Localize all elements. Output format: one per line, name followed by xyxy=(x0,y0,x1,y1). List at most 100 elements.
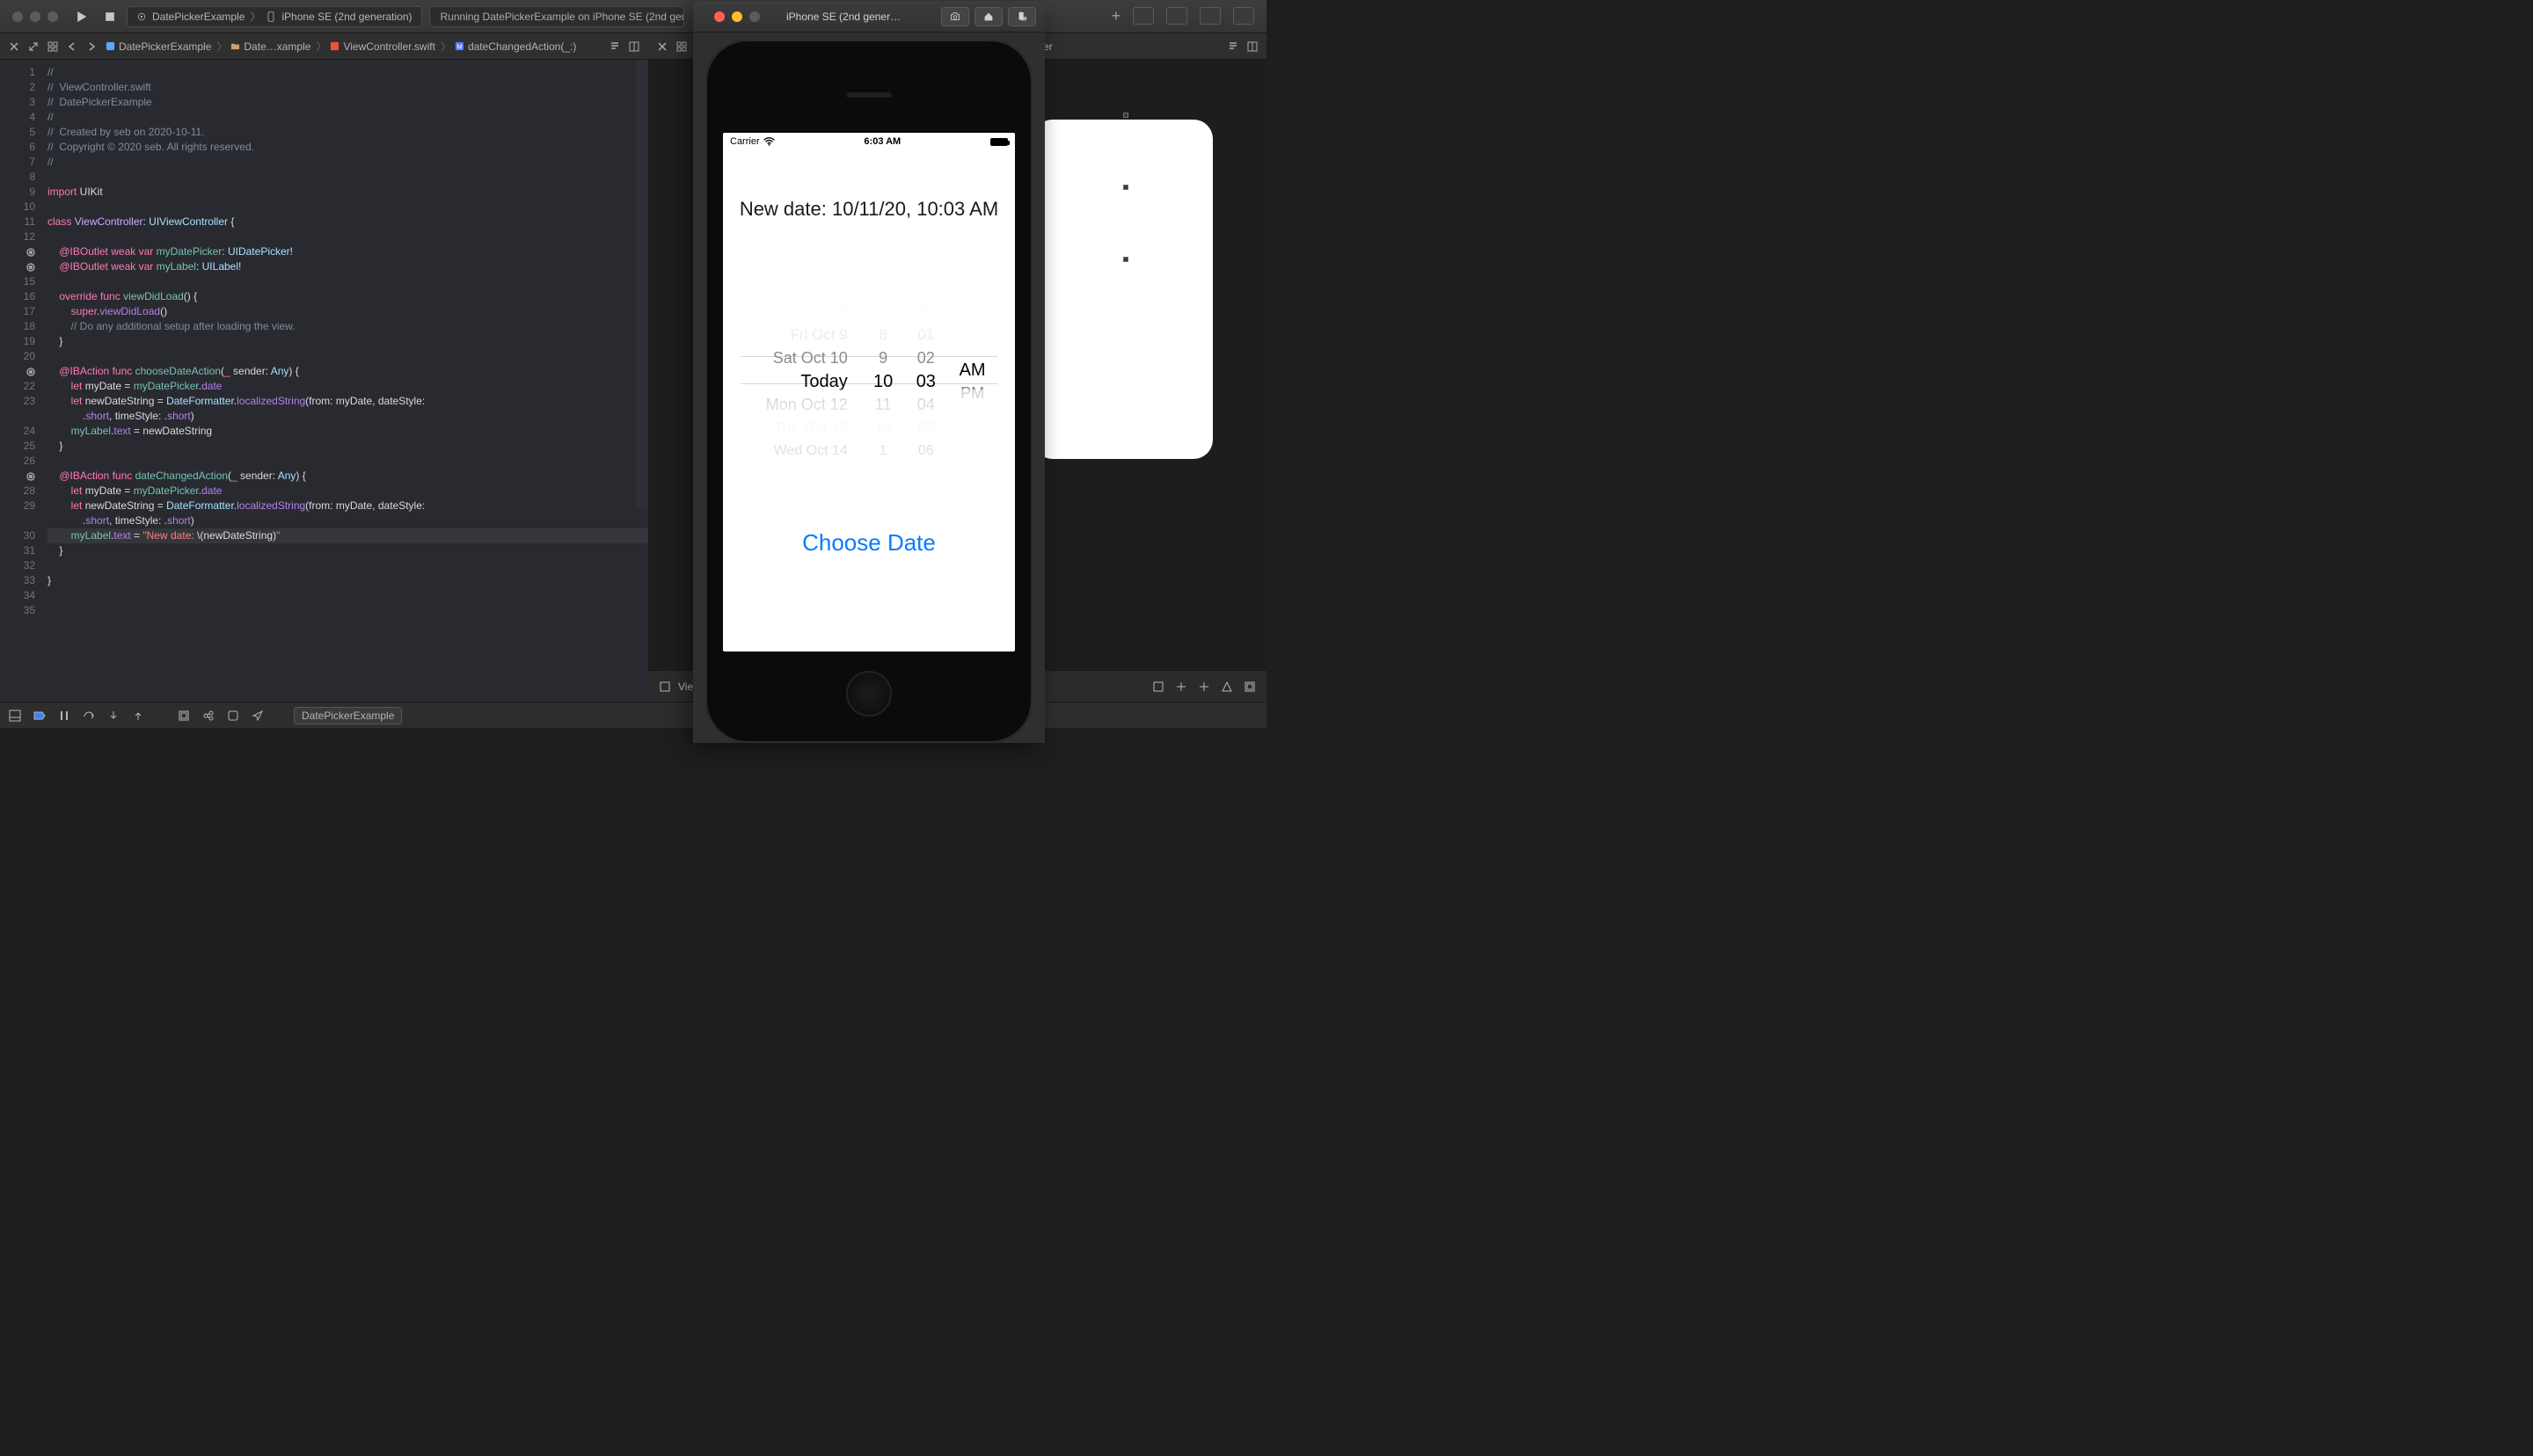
embed-in-icon[interactable] xyxy=(1152,681,1164,693)
toggle-right-panel-button[interactable] xyxy=(1233,7,1254,25)
rotate-button[interactable] xyxy=(1008,7,1036,26)
folder-icon xyxy=(230,41,240,51)
picker-row[interactable]: 05 xyxy=(917,417,934,440)
window-close-icon[interactable] xyxy=(714,11,725,22)
picker-row[interactable]: AM xyxy=(960,359,986,382)
resolve-issues-icon[interactable] xyxy=(1221,681,1233,693)
xcode-traffic-lights xyxy=(12,11,58,22)
crumb-file[interactable]: ViewController.swift xyxy=(341,40,436,53)
picker-row[interactable]: 10 xyxy=(873,370,893,394)
picker-row[interactable]: Thu Oct 8 xyxy=(786,300,848,324)
location-icon[interactable] xyxy=(252,710,264,722)
minimap[interactable] xyxy=(636,60,648,509)
toggle-bottom-panel-button[interactable] xyxy=(1200,7,1221,25)
picker-column-h[interactable]: 7891011121 xyxy=(862,296,905,444)
document-outline-icon[interactable] xyxy=(659,681,671,693)
picker-row[interactable]: 04 xyxy=(917,393,935,417)
picker-row[interactable]: 12 xyxy=(875,417,892,440)
close-tab-icon[interactable] xyxy=(657,41,668,52)
picker-row[interactable]: 02 xyxy=(917,346,935,370)
picker-row[interactable]: Sat Oct 10 xyxy=(773,346,848,370)
picker-row[interactable]: Tue Oct 13 xyxy=(774,417,847,440)
picker-column-date[interactable]: Thu Oct 8Fri Oct 9Sat Oct 10TodayMon Oct… xyxy=(741,296,862,444)
run-button[interactable] xyxy=(70,7,93,26)
window-minimize-icon[interactable] xyxy=(732,11,742,22)
home-button[interactable] xyxy=(975,7,1003,26)
picker-row[interactable]: 9 xyxy=(879,346,887,370)
code-review-button[interactable] xyxy=(1133,7,1154,25)
crumb-symbol[interactable]: dateChangedAction(_:) xyxy=(466,40,578,53)
back-icon[interactable] xyxy=(67,41,77,52)
process-selector[interactable]: DatePickerExample xyxy=(294,707,402,724)
align-icon[interactable] xyxy=(1175,681,1187,693)
window-zoom-icon[interactable] xyxy=(47,11,58,22)
library-button[interactable]: + xyxy=(1111,7,1121,25)
step-over-icon[interactable] xyxy=(83,710,95,722)
view-debug-icon[interactable] xyxy=(178,710,190,722)
pin-icon[interactable] xyxy=(1198,681,1210,693)
step-into-icon[interactable] xyxy=(107,710,120,722)
activity-status: Running DatePickerExample on iPhone SE (… xyxy=(429,6,684,27)
step-out-icon[interactable] xyxy=(132,710,144,722)
picker-row[interactable]: 8 xyxy=(879,324,887,347)
window-minimize-icon[interactable] xyxy=(30,11,40,22)
ios-status-bar: Carrier 6:03 AM xyxy=(723,133,1015,150)
memory-graph-icon[interactable] xyxy=(202,710,215,722)
window-zoom-icon[interactable] xyxy=(749,11,760,22)
picker-column-ampm[interactable]: AMPM xyxy=(947,296,997,444)
crumb-project[interactable]: DatePickerExample xyxy=(117,40,213,53)
forward-icon[interactable] xyxy=(86,41,97,52)
toolbar-right: + xyxy=(1111,7,1254,25)
selection-handle[interactable] xyxy=(1123,113,1128,118)
picker-row[interactable]: Fri Oct 9 xyxy=(791,324,848,347)
related-items-icon[interactable] xyxy=(676,41,687,52)
choose-date-button[interactable]: Choose Date xyxy=(723,529,1015,557)
picker-row[interactable]: PM xyxy=(960,382,984,405)
breakpoints-icon[interactable] xyxy=(33,710,46,722)
picker-row[interactable]: Mon Oct 12 xyxy=(766,393,848,417)
main-split: 1234567891011121516171819202223242526282… xyxy=(0,60,1266,702)
picker-row[interactable]: 1 xyxy=(880,440,887,463)
date-picker[interactable]: Thu Oct 8Fri Oct 9Sat Oct 10TodayMon Oct… xyxy=(741,296,997,444)
environment-icon[interactable] xyxy=(227,710,239,722)
selection-handle[interactable] xyxy=(1123,257,1128,262)
picker-row[interactable]: Today xyxy=(800,370,847,394)
crumb-group[interactable]: Date…xample xyxy=(242,40,312,53)
picker-row[interactable]: 7 xyxy=(880,300,887,324)
picker-row[interactable]: 03 xyxy=(916,370,936,394)
add-editor-icon[interactable] xyxy=(629,41,639,52)
picker-row[interactable]: 00 xyxy=(918,300,934,324)
embed-icon[interactable] xyxy=(1244,681,1256,693)
hide-debug-icon[interactable] xyxy=(9,710,21,722)
device-screen[interactable]: Carrier 6:03 AM New date: 10/11/20, 10:0… xyxy=(723,133,1015,652)
related-items-icon[interactable] xyxy=(47,41,58,52)
picker-row[interactable]: Wed Oct 14 xyxy=(774,440,848,463)
selection-handle[interactable] xyxy=(1123,185,1128,190)
picker-row[interactable]: 01 xyxy=(917,324,934,347)
storyboard-device-frame xyxy=(1033,120,1213,459)
expand-icon[interactable] xyxy=(28,41,39,52)
simulator-toolbar xyxy=(941,7,1036,26)
screenshot-button[interactable] xyxy=(941,7,969,26)
breadcrumb[interactable]: DatePickerExample〉 Date…xample〉 ViewCont… xyxy=(106,39,578,54)
close-tab-icon[interactable] xyxy=(9,41,19,52)
toggle-left-panel-button[interactable] xyxy=(1166,7,1187,25)
code-editor[interactable]: 1234567891011121516171819202223242526282… xyxy=(0,60,648,702)
device-home-button[interactable] xyxy=(846,671,892,717)
adjust-editor-icon[interactable] xyxy=(1228,41,1238,52)
add-editor-icon[interactable] xyxy=(1247,41,1258,52)
device-frame: Carrier 6:03 AM New date: 10/11/20, 10:0… xyxy=(705,40,1033,743)
result-label: New date: 10/11/20, 10:03 AM xyxy=(723,198,1015,221)
minimap-toggle-icon[interactable] xyxy=(610,41,620,52)
stop-button[interactable] xyxy=(99,7,121,26)
code-area[interactable]: //// ViewController.swift// DatePickerEx… xyxy=(42,60,648,702)
scheme-selector[interactable]: DatePickerExample 〉 iPhone SE (2nd gener… xyxy=(127,6,422,27)
pause-icon[interactable] xyxy=(58,710,70,722)
picker-column-m[interactable]: 00010203040506 xyxy=(904,296,947,444)
picker-row[interactable]: 06 xyxy=(918,440,934,463)
simulator-titlebar[interactable]: iPhone SE (2nd gener… xyxy=(693,1,1045,33)
picker-row[interactable]: 11 xyxy=(875,393,892,417)
window-close-icon[interactable] xyxy=(12,11,23,22)
device-icon xyxy=(266,11,276,22)
simulator-window[interactable]: iPhone SE (2nd gener… Carrier 6:03 AM Ne… xyxy=(693,1,1045,743)
